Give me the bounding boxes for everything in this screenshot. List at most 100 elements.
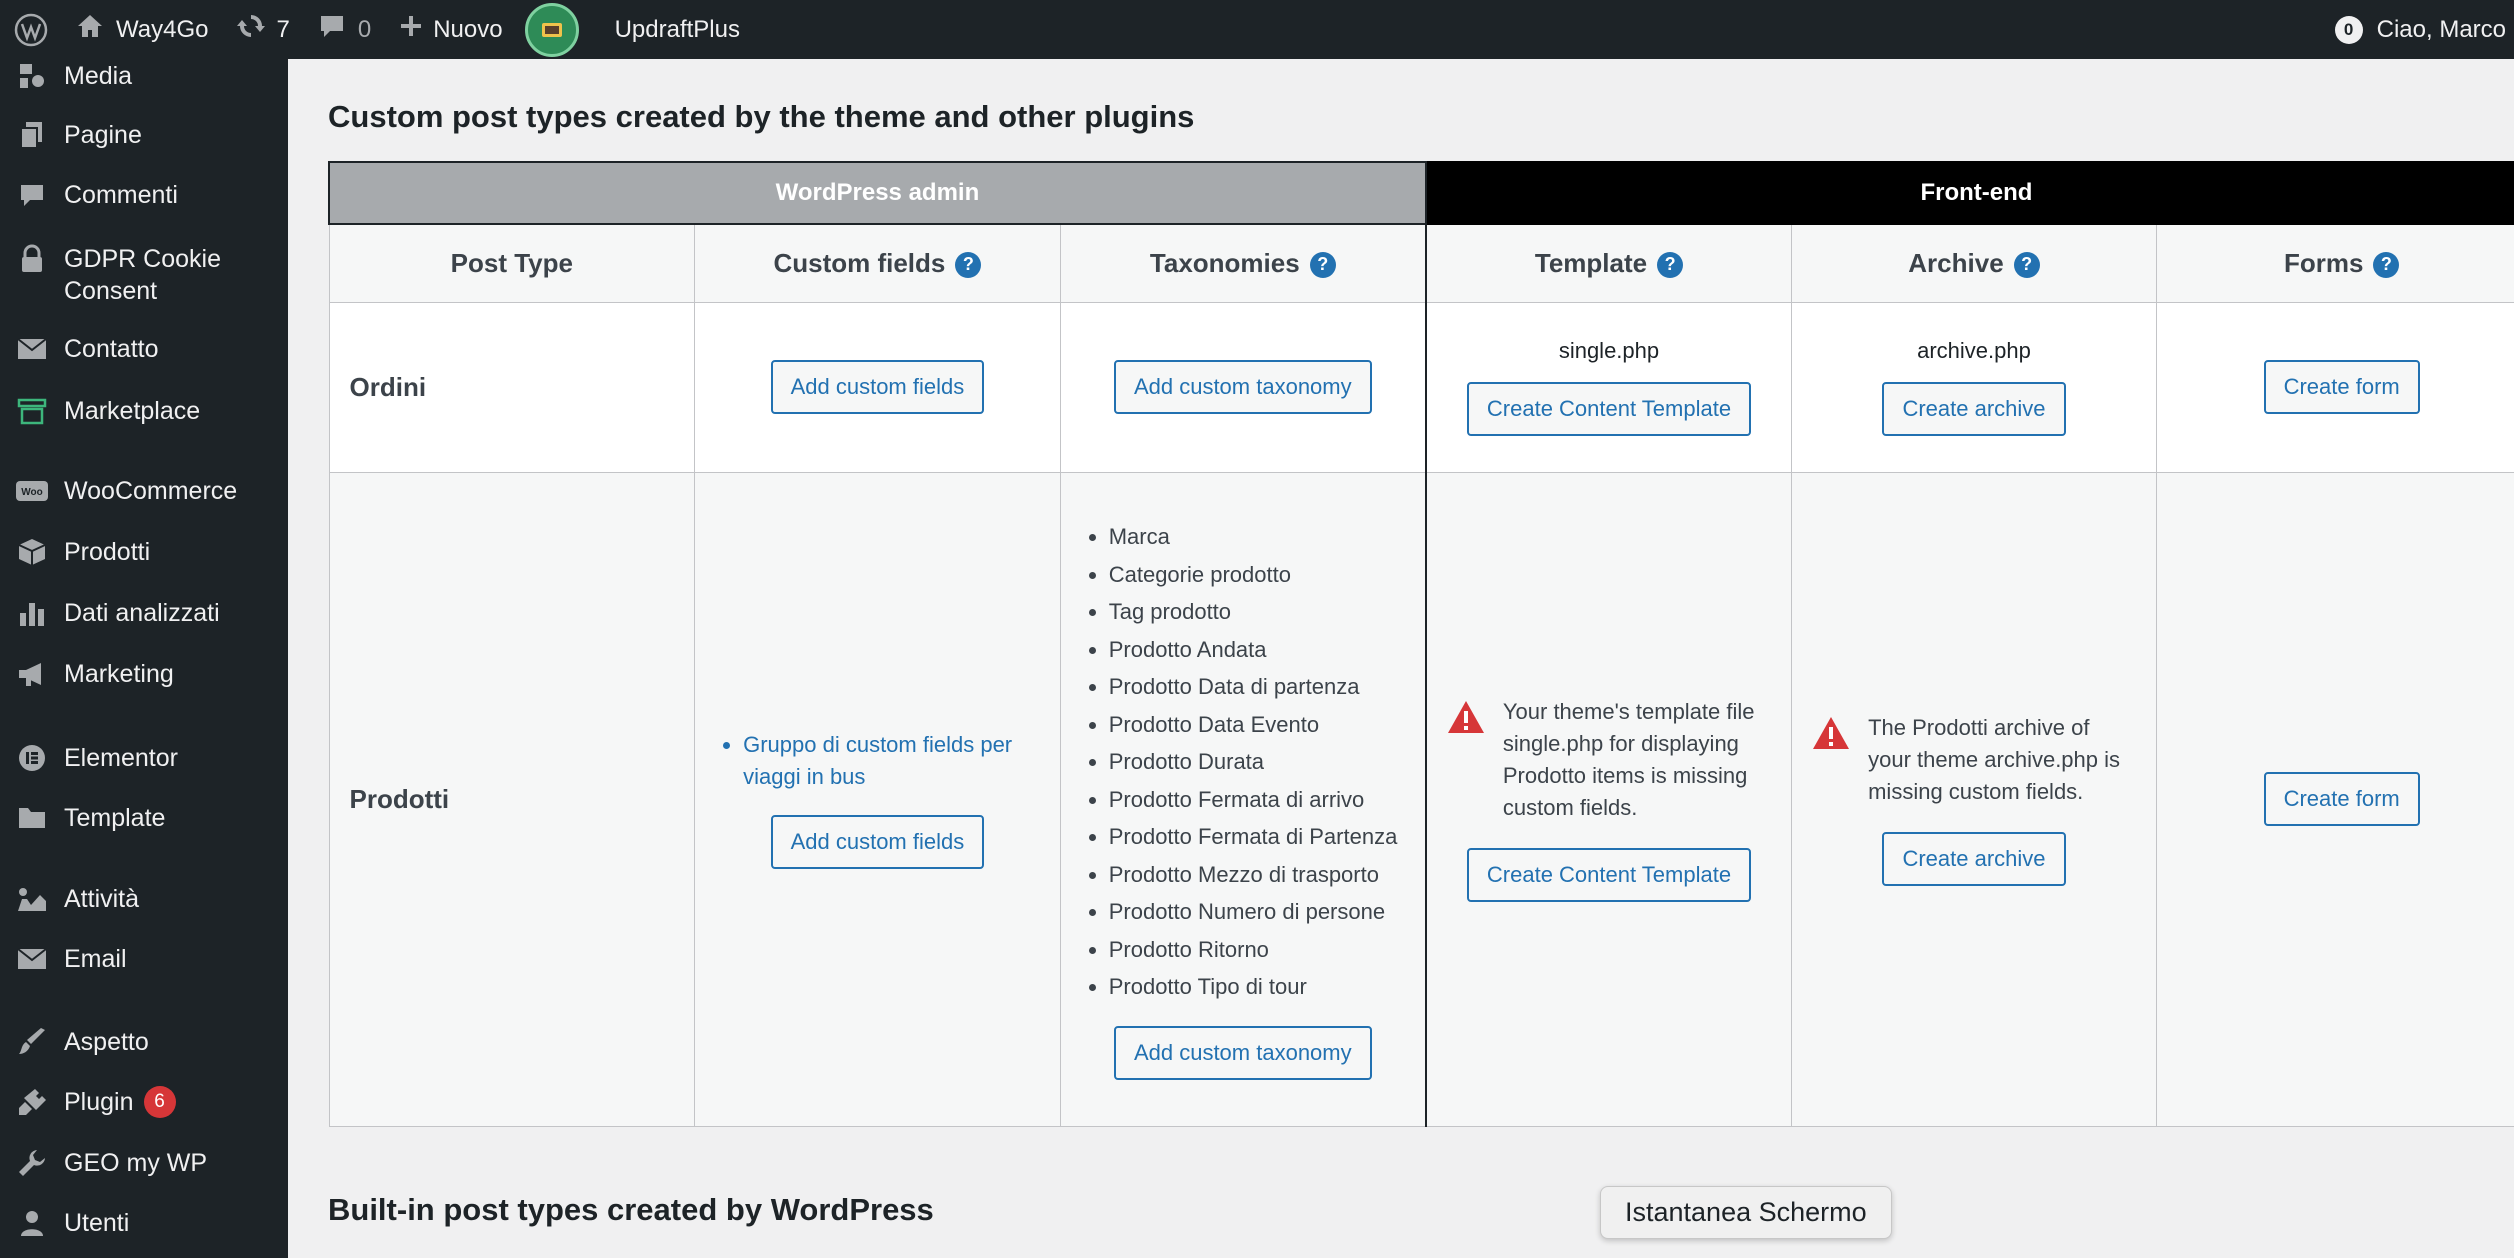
sidebar-item-aspetto[interactable]: Aspetto	[0, 1026, 288, 1058]
comment-icon	[318, 12, 346, 47]
sidebar-item-label: Marketing	[64, 660, 174, 688]
post-type-name: Ordini	[328, 301, 696, 473]
sidebar-item-attivita[interactable]: Attività	[0, 883, 288, 915]
taxonomies-list: Marca Categorie prodotto Tag prodotto Pr…	[1061, 518, 1425, 1006]
comments-count: 0	[357, 15, 372, 43]
column-header-template: Template?	[1424, 223, 1793, 303]
user-greeting[interactable]: Ciao, Marco	[2377, 16, 2506, 44]
wordpress-logo-icon[interactable]	[0, 0, 62, 59]
sidebar-item-label: Media	[64, 62, 133, 90]
column-header-archive: Archive?	[1791, 223, 2157, 303]
sidebar-item-label: Elementor	[64, 744, 178, 772]
refresh-icon	[236, 11, 266, 48]
new-label: Nuovo	[433, 15, 503, 43]
list-item: Marca	[1109, 518, 1425, 556]
sidebar-item-label: GEO my WP	[64, 1149, 208, 1177]
sidebar-item-email[interactable]: Email	[0, 943, 288, 975]
sidebar-item-prodotti[interactable]: Prodotti	[0, 536, 288, 568]
elementor-icon	[14, 742, 50, 774]
sidebar-item-marketplace[interactable]: Marketplace	[0, 395, 288, 427]
create-content-template-button[interactable]: Create Content Template	[1466, 382, 1752, 436]
list-item: Prodotto Fermata di Partenza	[1109, 818, 1425, 856]
help-icon[interactable]: ?	[1309, 251, 1336, 278]
group-header-wordpress-admin: WordPress admin	[328, 161, 1427, 225]
create-form-button[interactable]: Create form	[2263, 360, 2420, 414]
column-label: Template	[1534, 247, 1648, 278]
forms-cell: Create form	[2155, 301, 2514, 473]
list-item: Tag prodotto	[1109, 593, 1425, 631]
sidebar-item-dati-analizzati[interactable]: Dati analizzati	[0, 597, 288, 629]
sidebar-item-plugin[interactable]: Plugin 6	[0, 1086, 288, 1118]
updraftplus-link[interactable]: UpdraftPlus	[601, 0, 754, 59]
wrench-icon	[14, 1147, 50, 1179]
plugin-avatar-icon[interactable]	[524, 2, 579, 57]
sidebar-item-marketing[interactable]: Marketing	[0, 658, 288, 690]
sidebar-item-label: Aspetto	[64, 1028, 149, 1056]
create-archive-button[interactable]: Create archive	[1882, 832, 2066, 886]
media-icon	[14, 60, 50, 92]
sidebar-item-template[interactable]: Template	[0, 802, 288, 834]
activity-icon	[14, 883, 50, 915]
envelope-icon	[14, 943, 50, 975]
comments-link[interactable]: 0	[304, 0, 385, 59]
template-cell: single.php Create Content Template	[1424, 301, 1793, 473]
column-header-taxonomies: Taxonomies?	[1059, 223, 1427, 303]
template-file-name: single.php	[1558, 338, 1660, 363]
sidebar-item-utenti[interactable]: Utenti	[0, 1207, 288, 1239]
sidebar-item-elementor[interactable]: Elementor	[0, 742, 288, 774]
list-item: Prodotto Durata	[1109, 743, 1425, 781]
box-icon	[14, 536, 50, 568]
sidebar-item-pagine[interactable]: Pagine	[0, 119, 288, 151]
sidebar-item-contatto[interactable]: Contatto	[0, 333, 288, 365]
list-item: Prodotto Numero di persone	[1109, 893, 1425, 931]
plus-icon	[399, 14, 423, 45]
admin-bar: Way4Go 7 0 Nuovo UpdraftPlus 0 Ciao, Mar…	[0, 0, 2514, 59]
column-label: Post Type	[450, 247, 573, 278]
custom-field-group-link[interactable]: Gruppo di custom fields per viaggi in bu…	[743, 729, 1060, 793]
paintbrush-icon	[14, 1026, 50, 1058]
help-icon[interactable]: ?	[2373, 251, 2400, 278]
sidebar-item-label: Utenti	[64, 1209, 130, 1237]
create-archive-button[interactable]: Create archive	[1882, 382, 2066, 436]
list-item: Categorie prodotto	[1109, 556, 1425, 594]
sidebar-item-label: Pagine	[64, 121, 142, 149]
envelope-icon	[14, 333, 50, 365]
sidebar-item-woocommerce[interactable]: Woo WooCommerce	[0, 475, 288, 507]
pages-icon	[14, 119, 50, 151]
add-custom-fields-button[interactable]: Add custom fields	[770, 815, 985, 869]
sidebar-item-label: Email	[64, 945, 127, 973]
archive-cell: The Prodotti archive of your theme archi…	[1791, 471, 2157, 1127]
help-icon[interactable]: ?	[1657, 251, 1684, 278]
marketplace-icon	[14, 395, 50, 427]
sidebar-item-label: Commenti	[64, 181, 178, 209]
account-area: 0 Ciao, Marco	[2334, 15, 2514, 44]
sidebar-item-geo-my-wp[interactable]: GEO my WP	[0, 1147, 288, 1179]
sidebar-item-media[interactable]: Media	[0, 60, 288, 92]
column-header-post-type: Post Type	[328, 223, 696, 303]
add-custom-taxonomy-button[interactable]: Add custom taxonomy	[1113, 360, 1372, 414]
updates-link[interactable]: 7	[222, 0, 303, 59]
create-form-button[interactable]: Create form	[2263, 772, 2420, 826]
sidebar-item-gdpr[interactable]: GDPR Cookie Consent	[0, 243, 280, 307]
new-content-link[interactable]: Nuovo	[385, 0, 516, 59]
screenshot-tooltip: Istantanea Schermo	[1600, 1186, 1892, 1239]
woocommerce-icon: Woo	[14, 475, 50, 507]
add-custom-taxonomy-button[interactable]: Add custom taxonomy	[1113, 1025, 1372, 1080]
template-warning: Your theme's template file single.php fo…	[1427, 696, 1791, 824]
help-icon[interactable]: ?	[955, 251, 982, 278]
sidebar-item-label: Attività	[64, 885, 140, 913]
column-header-forms: Forms?	[2155, 223, 2514, 303]
custom-field-groups-list: Gruppo di custom fields per viaggi in bu…	[695, 729, 1060, 793]
notifications-count[interactable]: 0	[2334, 15, 2363, 44]
post-types-table: WordPress admin Front-end Post Type Cust…	[328, 161, 2514, 1127]
taxonomies-cell: Add custom taxonomy	[1059, 301, 1427, 473]
create-content-template-button[interactable]: Create Content Template	[1466, 848, 1752, 902]
add-custom-fields-button[interactable]: Add custom fields	[770, 360, 985, 414]
site-name-link[interactable]: Way4Go	[62, 0, 222, 59]
post-type-name: Prodotti	[328, 471, 696, 1127]
sidebar-item-label: GDPR Cookie Consent	[64, 245, 221, 305]
help-icon[interactable]: ?	[2013, 251, 2040, 278]
sidebar-item-commenti[interactable]: Commenti	[0, 179, 288, 211]
sidebar-item-label: Contatto	[64, 335, 159, 363]
section-title-custom-post-types: Custom post types created by the theme a…	[328, 99, 1195, 134]
